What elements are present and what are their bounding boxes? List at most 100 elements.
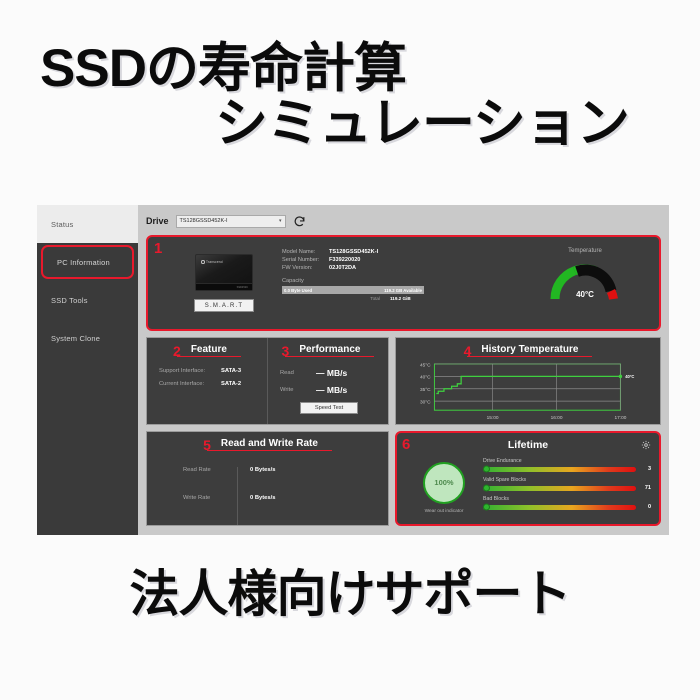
capacity-available-text: 119.2 GB Available: [384, 287, 422, 293]
feature-header: 2 Feature: [147, 338, 267, 359]
sidebar-item-label: System Clone: [51, 333, 101, 343]
fw-version-key: FW Version:: [282, 265, 313, 272]
promo-heading-top: SSDの寿命計算 シミュレーション: [0, 39, 700, 152]
wear-out-indicator: 100% Wear out indicator: [405, 455, 483, 520]
read-write-header: 5 Read and Write Rate: [147, 432, 388, 453]
ssd-product-image: Transcend SSD452K: [195, 254, 253, 291]
bar-knob[interactable]: [483, 484, 490, 492]
history-chart-svg: 45°C 40°C 35°C 30°C 15:00 16:00 17:00 40…: [420, 362, 634, 421]
current-interface-key: Current Interface:: [159, 381, 205, 387]
read-write-title: Read and Write Rate: [206, 438, 332, 451]
read-rate-value: 0 Bytes/s: [250, 467, 276, 473]
sidebar-item-label: PC Information: [57, 257, 110, 267]
refresh-icon[interactable]: [293, 215, 306, 228]
sidebar-item-pc-information[interactable]: PC Information: [41, 245, 134, 279]
bar-track[interactable]: [483, 503, 636, 511]
sidebar: Status PC Information SSD Tools System C…: [37, 205, 138, 535]
capacity-title: Capacity: [282, 278, 304, 285]
model-name-row: Model Name: TS128GSSD452K-I: [282, 249, 519, 255]
write-speed-value: — MB/s: [316, 385, 348, 395]
serial-number-key: Serial Number:: [282, 257, 320, 264]
performance-header: 3 Performance: [268, 338, 388, 359]
write-speed-key: Write: [280, 387, 294, 393]
panel-badge-1: 1: [154, 240, 163, 257]
sidebar-item-status[interactable]: Status: [37, 205, 138, 243]
serial-number-row: Serial Number: F339220020: [282, 257, 519, 263]
svg-text:17:00: 17:00: [614, 415, 626, 421]
bar-knob[interactable]: [483, 465, 490, 473]
svg-text:40°C: 40°C: [625, 374, 634, 379]
history-temperature-panel: 4 History Temperature 45°C 40°C 35°C 30°…: [395, 337, 661, 425]
svg-text:45°C: 45°C: [420, 362, 431, 368]
gear-icon[interactable]: [641, 440, 651, 450]
svg-text:30°C: 30°C: [420, 400, 431, 406]
bar-track[interactable]: [483, 465, 636, 473]
bar-label: Bad Blocks: [483, 496, 509, 502]
drive-toolbar: Drive TS128GSSD452K-I ▾: [146, 212, 661, 230]
read-speed-key: Read: [280, 370, 294, 376]
write-rate-key: Write Rate: [183, 495, 211, 501]
transcend-logo: Transcend: [201, 260, 223, 264]
panel-badge-3: 3: [281, 343, 290, 359]
svg-text:16:00: 16:00: [551, 415, 563, 421]
bar-value: 71: [644, 485, 651, 491]
capacity-bar: 0.0 Byte Used 119.2 GB Available: [282, 286, 424, 295]
fw-version-row: FW Version: 02J0T2DA: [282, 265, 519, 271]
row-feature-history: 2 Feature Support Interface: SATA-3 Curr…: [146, 337, 661, 425]
temperature-value: 40°C: [576, 290, 594, 299]
bar-bad-blocks: Bad Blocks 0: [483, 496, 651, 511]
capacity-used-text: 0.0 Byte Used: [284, 287, 313, 293]
svg-text:35°C: 35°C: [420, 387, 431, 393]
temperature-title: Temperature: [568, 248, 602, 254]
lifetime-panel: 6 Lifetime 100% Wear out indicator Drive…: [395, 431, 661, 526]
feature-title: Feature: [176, 344, 241, 357]
bar-track[interactable]: [483, 484, 636, 492]
model-name-value: TS128GSSD452K-I: [329, 249, 379, 255]
row-rate-lifetime: 5 Read and Write Rate Read Rate Write Ra…: [146, 431, 661, 526]
support-interface-key: Support Interface:: [159, 368, 206, 374]
capacity-total-row: Total 119.2 GiB: [282, 296, 424, 301]
logo-mark-icon: [201, 260, 205, 264]
current-interface-row: Current Interface: SATA-2: [159, 381, 257, 387]
sidebar-item-system-clone[interactable]: System Clone: [37, 319, 138, 357]
smart-button[interactable]: S.M.A.R.T: [194, 299, 254, 312]
panel-badge-5: 5: [203, 437, 211, 453]
svg-text:15:00: 15:00: [487, 415, 499, 421]
sidebar-item-ssd-tools[interactable]: SSD Tools: [37, 281, 138, 319]
lifetime-title: Lifetime: [507, 439, 549, 451]
sidebar-item-label: SSD Tools: [51, 295, 88, 305]
main-content: Drive TS128GSSD452K-I ▾ 1 Transcend SSD4…: [138, 205, 669, 535]
capacity-total-value: 119.2 GiB: [390, 296, 411, 302]
history-chart: 45°C 40°C 35°C 30°C 15:00 16:00 17:00 40…: [396, 357, 660, 424]
svg-text:40°C: 40°C: [420, 375, 431, 381]
bar-value: 3: [647, 466, 651, 472]
ssd-scope-application-window: Status PC Information SSD Tools System C…: [37, 205, 669, 535]
drive-select[interactable]: TS128GSSD452K-I ▾: [175, 214, 286, 228]
ssd-side-text: SSD452K: [236, 285, 248, 289]
read-write-labels: Read Rate Write Rate: [183, 467, 237, 525]
lifetime-body: 100% Wear out indicator Drive Endurance …: [397, 453, 659, 524]
performance-title: Performance: [285, 344, 375, 357]
feature-performance-panel: 2 Feature Support Interface: SATA-3 Curr…: [146, 337, 389, 425]
serial-number-value: F339220020: [329, 257, 361, 264]
support-interface-row: Support Interface: SATA-3: [159, 368, 257, 374]
speed-test-button[interactable]: Speed Test: [300, 402, 358, 414]
bar-drive-endurance: Drive Endurance 3: [483, 458, 651, 473]
current-interface-value: SATA-2: [221, 381, 242, 387]
promo-heading-bottom: 法人様向けサポート: [129, 566, 572, 622]
support-interface-value: SATA-3: [221, 368, 242, 374]
lifetime-header: Lifetime: [397, 433, 659, 453]
logo-text: Transcend: [206, 260, 223, 264]
history-title: History Temperature: [467, 344, 593, 357]
wear-out-percent: 100%: [423, 461, 465, 504]
bar-label: Drive Endurance: [483, 458, 522, 464]
ssd-product-column: Transcend SSD452K S.M.A.R.T: [156, 243, 274, 323]
read-rate-key: Read Rate: [183, 467, 211, 473]
temperature-gauge: 40°C: [549, 257, 621, 301]
bar-valid-spare-blocks: Valid Spare Blocks 71: [483, 477, 651, 492]
read-write-rate-panel: 5 Read and Write Rate Read Rate Write Ra…: [146, 431, 389, 526]
temperature-column: Temperature 40°C: [519, 243, 651, 323]
promo-line-1: SSDの寿命計算: [40, 39, 407, 98]
bar-knob[interactable]: [483, 503, 490, 511]
write-speed-row: Write — MB/s: [280, 385, 378, 395]
